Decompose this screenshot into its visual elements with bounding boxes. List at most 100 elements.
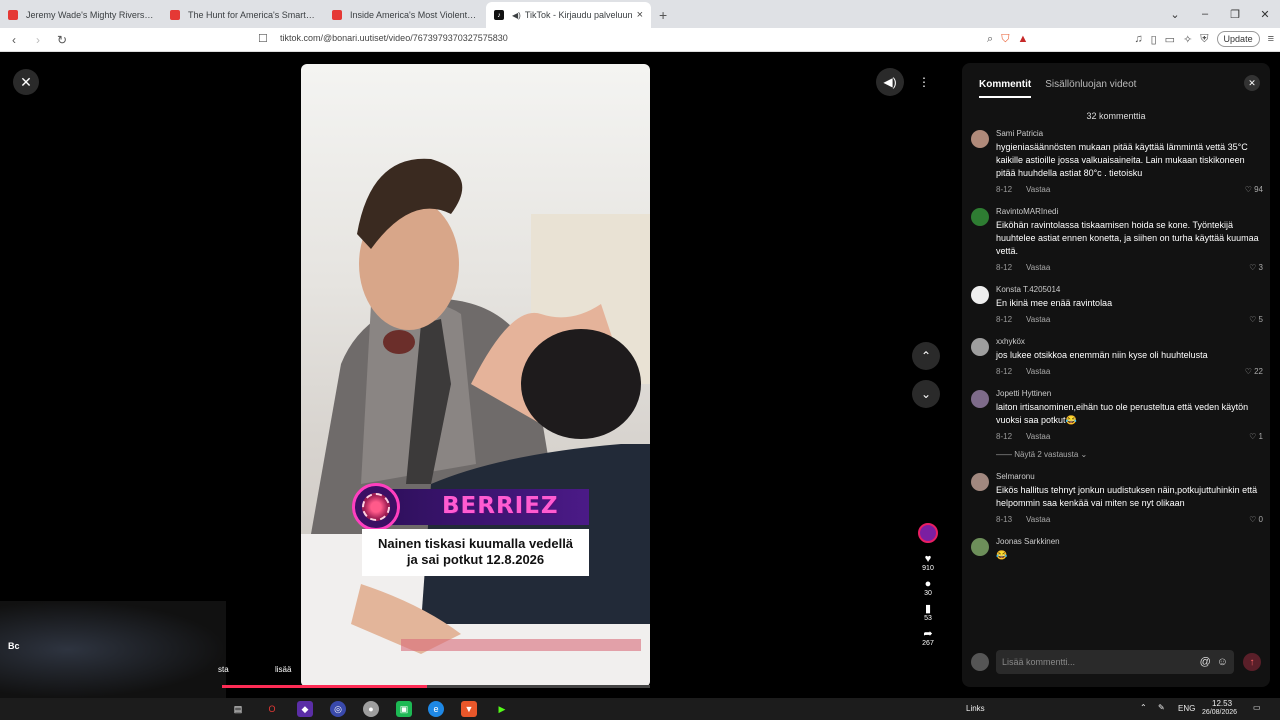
minimize-button[interactable]: – <box>1190 8 1220 20</box>
send-button[interactable]: ↑ <box>1243 653 1261 671</box>
rewards-icon[interactable]: ▲ <box>1017 33 1028 45</box>
brave-shield-icon[interactable]: ⛉ <box>1001 33 1009 46</box>
taskbar: ▤ O ◆ ◎ ● ▣ e ▼ ▶ Links ⌃ ✎ ENG 12.53 26… <box>0 698 1280 720</box>
comment-username[interactable]: Konsta T.4205014 <box>996 285 1263 294</box>
more-link[interactable]: lisää <box>275 665 291 674</box>
share-icon: ➦ <box>923 628 933 640</box>
reply-button[interactable]: Vastaa <box>1026 263 1050 272</box>
avatar[interactable] <box>971 390 989 408</box>
comment-username[interactable]: Joonas Sarkkinen <box>996 537 1263 546</box>
forward-arrow-icon[interactable]: › <box>28 33 48 47</box>
wallet-icon[interactable]: ▭ <box>1165 33 1175 46</box>
avatar[interactable] <box>971 286 989 304</box>
comment-button[interactable]: ● 30 <box>916 578 940 597</box>
like-button[interactable]: ♥ 910 <box>916 553 940 572</box>
edge-icon[interactable]: e <box>428 701 444 717</box>
reload-icon[interactable]: ↻ <box>52 33 72 47</box>
action-bar: ♥ 910 ● 30 ▮ 53 ➦ 267 <box>916 523 940 653</box>
comment-item: Joonas Sarkkinen 😂 <box>971 537 1263 562</box>
maximize-button[interactable]: ❐ <box>1220 8 1250 21</box>
reply-button[interactable]: Vastaa <box>1026 367 1050 376</box>
close-window-button[interactable]: ✕ <box>1250 8 1280 21</box>
comment-input[interactable]: Lisää kommentti... @ ☺ <box>996 650 1234 674</box>
comment-like-button[interactable]: ♡ 3 <box>1249 263 1263 272</box>
bookmark-icon[interactable]: ☐ <box>258 32 268 45</box>
comment-like-button[interactable]: ♡ 5 <box>1249 315 1263 324</box>
comment-username[interactable]: Jopetti Hyttinen <box>996 389 1263 398</box>
tab-comments[interactable]: Kommentit <box>979 79 1032 98</box>
zoom-icon[interactable]: ⌕ <box>987 33 993 46</box>
comment-username[interactable]: Sami Patricia <box>996 129 1263 138</box>
comment-username[interactable]: xxhyköx <box>996 337 1263 346</box>
close-viewer-button[interactable]: ✕ <box>13 69 39 95</box>
browser-tab-1[interactable]: Jeremy Wade's Mighty Rivers - Full E <box>0 2 162 28</box>
browser-tab-3[interactable]: Inside America's Most Violent Prison <box>324 2 486 28</box>
sidebar-icon[interactable]: ▯ <box>1151 33 1157 46</box>
previous-video-button[interactable]: ⌃ <box>912 342 940 370</box>
save-button[interactable]: ▮ 53 <box>916 603 940 622</box>
app-icon[interactable]: ● <box>363 701 379 717</box>
close-panel-icon[interactable]: ✕ <box>1244 75 1260 91</box>
chevron-up-icon[interactable]: ⌃ <box>1140 703 1147 712</box>
menu-icon[interactable]: ≡ <box>1268 33 1274 45</box>
tab-search-icon[interactable]: ⌄ <box>1160 8 1190 21</box>
language-indicator[interactable]: ENG <box>1178 704 1195 713</box>
comment-item: RavintoMARInedi Eiköhän ravintolassa tis… <box>971 207 1263 272</box>
tab-creator-videos[interactable]: Sisällönluojan videot <box>1045 79 1136 98</box>
vpn-icon[interactable]: ⛨ <box>1200 33 1208 46</box>
avatar[interactable] <box>971 538 989 556</box>
chip-icon <box>362 493 390 521</box>
clock-date[interactable]: 26/08/2026 <box>1202 709 1237 716</box>
comment-date: 8-12 <box>996 367 1013 376</box>
discord-icon[interactable]: ◎ <box>330 701 346 717</box>
browser-tab-active[interactable]: ♪ ◀) TikTok - Kirjaudu palveluun × <box>486 2 651 28</box>
avatar[interactable] <box>971 338 989 356</box>
comment-username[interactable]: Selmaronu <box>996 472 1263 481</box>
comment-like-button[interactable]: ♡ 0 <box>1249 515 1263 524</box>
mute-button[interactable]: ◀) <box>876 68 904 96</box>
more-options-icon[interactable]: ⋮ <box>910 68 938 96</box>
comment-like-button[interactable]: ♡ 94 <box>1245 185 1263 194</box>
close-tab-icon[interactable]: × <box>637 9 643 21</box>
creator-avatar[interactable] <box>918 523 938 543</box>
video-player[interactable]: BERRIEZ Nainen tiskasi kuumalla vedellä … <box>301 64 650 687</box>
url-field[interactable]: tiktok.com/@bonari.uutiset/video/7673979… <box>280 33 508 43</box>
comment-username[interactable]: RavintoMARInedi <box>996 207 1263 216</box>
tiktok-icon: ♪ <box>494 10 504 20</box>
new-tab-button[interactable]: + <box>651 2 675 28</box>
share-button[interactable]: ➦ 267 <box>916 628 940 647</box>
toolbar-icons: ⌕ ⛉ ▲ ♫ ▯ ▭ ✧ ⛨ Update ≡ <box>987 31 1274 47</box>
avatar[interactable] <box>971 130 989 148</box>
reply-button[interactable]: Vastaa <box>1026 185 1050 194</box>
notification-icon[interactable]: ▭ <box>1253 703 1261 712</box>
comment-input-row: Lisää kommentti... @ ☺ ↑ <box>971 649 1261 675</box>
task-view-icon[interactable]: ▤ <box>230 701 246 717</box>
back-arrow-icon[interactable]: ‹ <box>4 33 24 47</box>
avatar[interactable] <box>971 208 989 226</box>
comment-like-button[interactable]: ♡ 22 <box>1245 367 1263 376</box>
clock-time[interactable]: 12.53 <box>1212 699 1232 708</box>
media-icon[interactable]: ♫ <box>1134 33 1142 45</box>
pen-icon[interactable]: ✎ <box>1158 703 1165 712</box>
browser-tab-2[interactable]: The Hunt for America's Smartest Kill <box>162 2 324 28</box>
app-icon[interactable]: ▶ <box>494 701 510 717</box>
app-icon[interactable]: ▣ <box>396 701 412 717</box>
speaker-icon: ◀) <box>512 10 521 20</box>
reply-button[interactable]: Vastaa <box>1026 315 1050 324</box>
mention-icon[interactable]: @ <box>1200 656 1211 668</box>
video-progress-bar[interactable] <box>222 685 650 688</box>
links-toolbar[interactable]: Links <box>966 704 985 713</box>
app-icon[interactable]: ◆ <box>297 701 313 717</box>
comment-like-button[interactable]: ♡ 1 <box>1249 432 1263 441</box>
next-video-button[interactable]: ⌄ <box>912 380 940 408</box>
brave-icon[interactable]: ▼ <box>461 701 477 717</box>
opera-icon[interactable]: O <box>264 701 280 717</box>
emoji-icon[interactable]: ☺ <box>1217 656 1228 668</box>
reply-button[interactable]: Vastaa <box>1026 515 1050 524</box>
reply-button[interactable]: Vastaa <box>1026 432 1050 441</box>
extensions-icon[interactable]: ✧ <box>1183 33 1192 46</box>
update-button[interactable]: Update <box>1216 31 1260 47</box>
show-replies-button[interactable]: —— Näytä 2 vastausta ⌄ <box>996 450 1263 459</box>
comment-date: 8-12 <box>996 432 1013 441</box>
avatar[interactable] <box>971 473 989 491</box>
